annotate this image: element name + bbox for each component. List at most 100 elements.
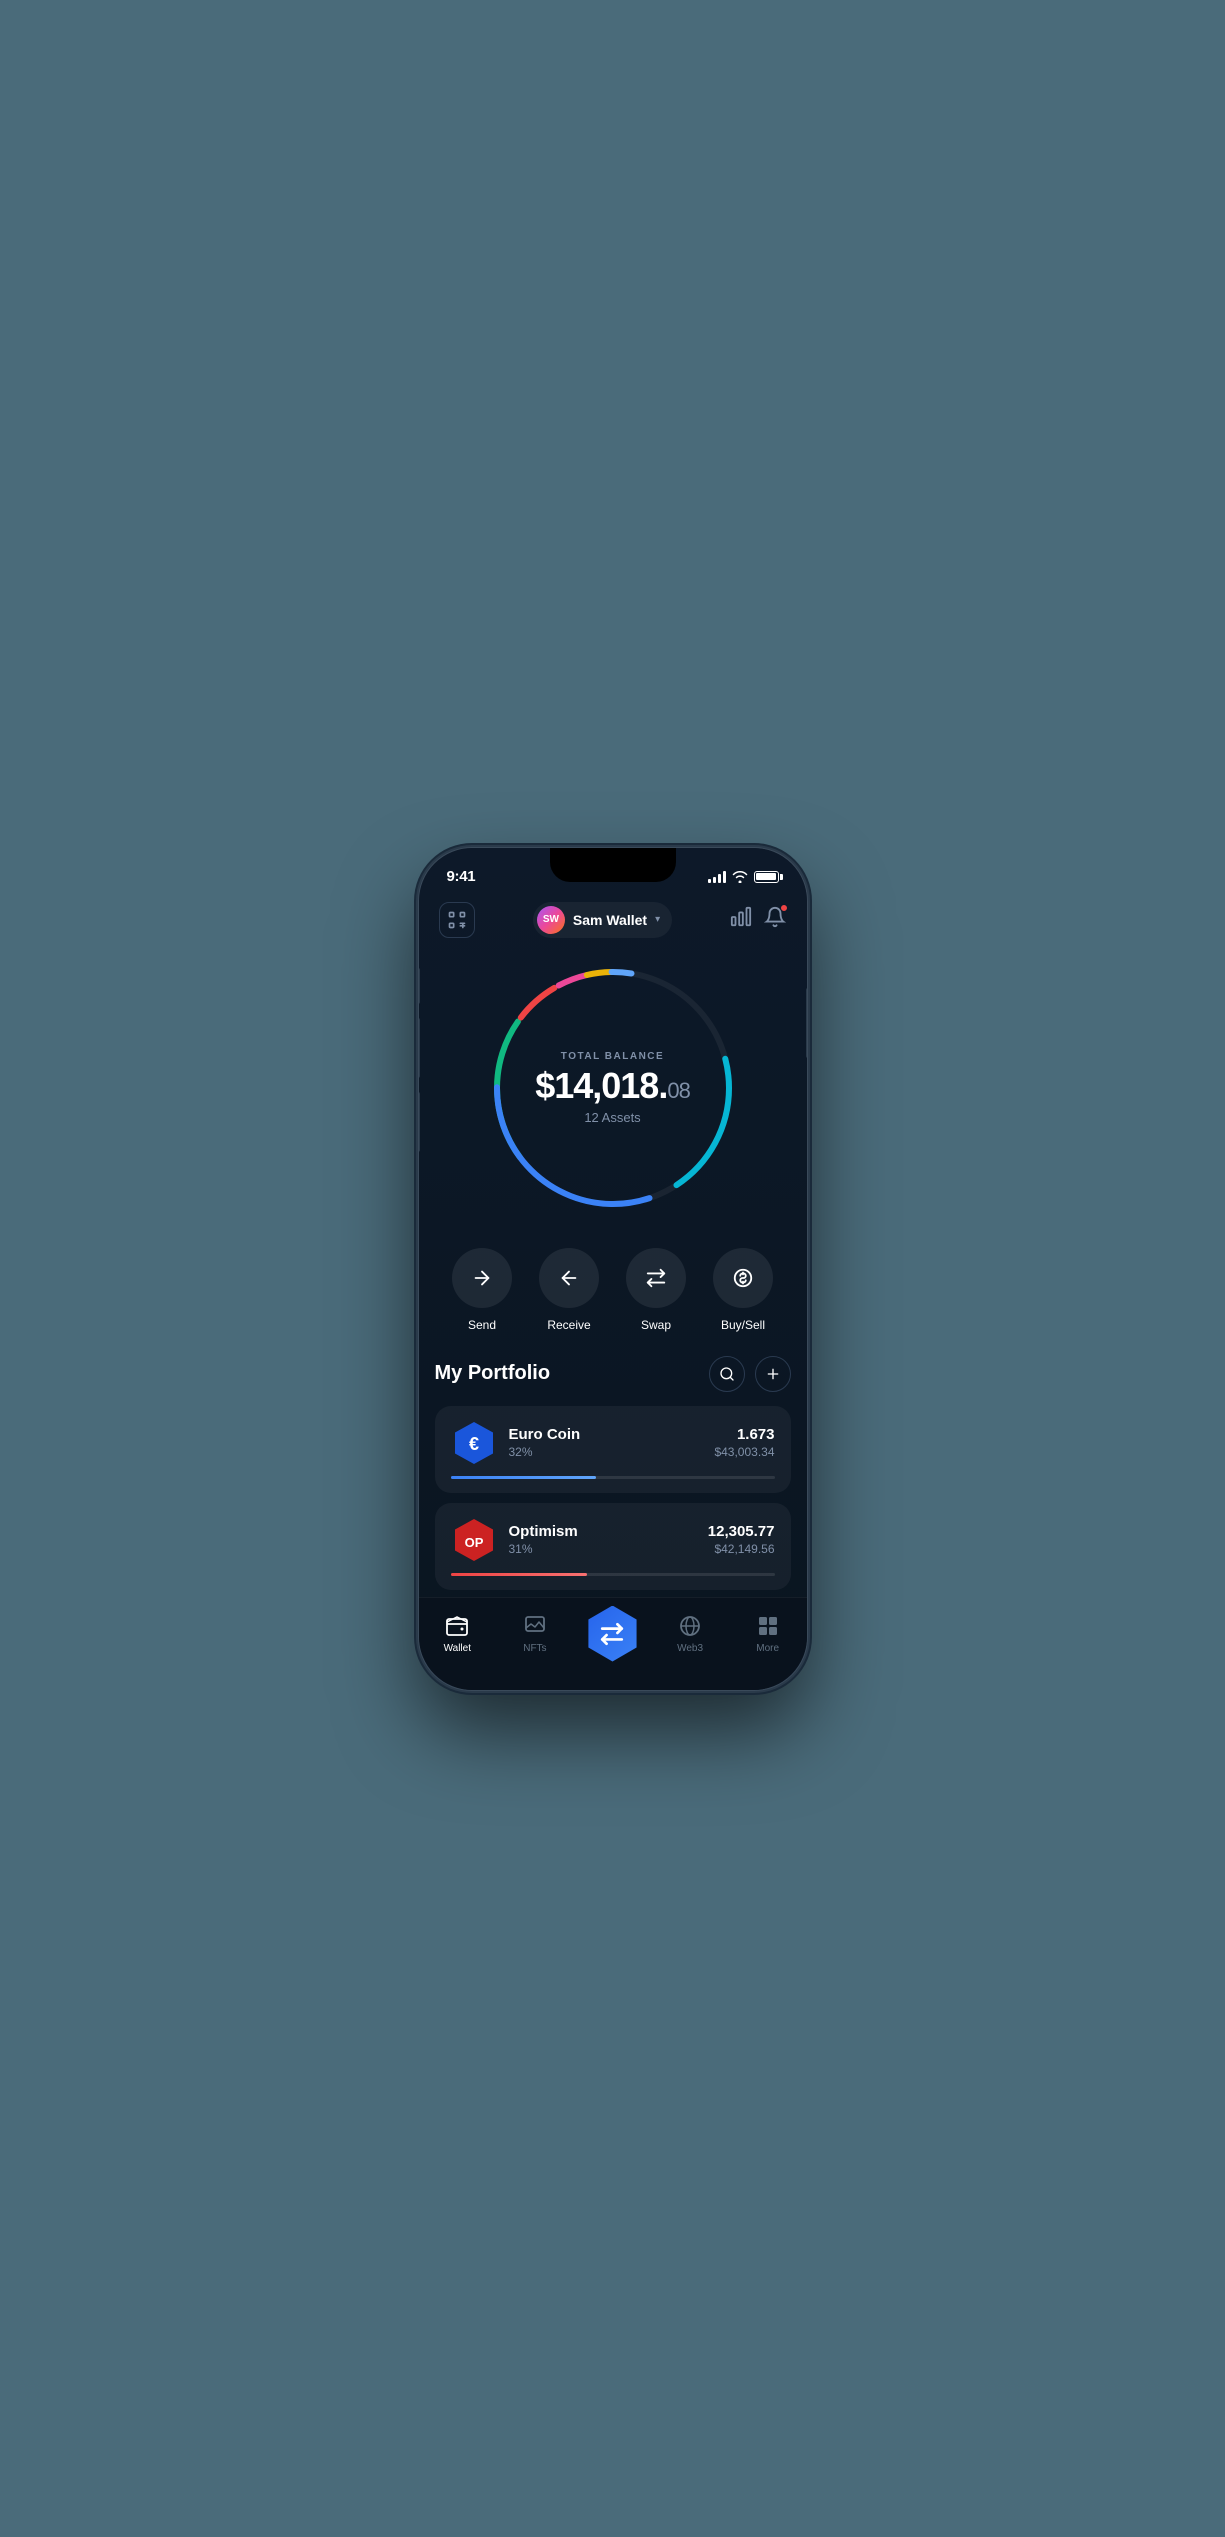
euro-coin-amount: 1.673 <box>714 1426 774 1443</box>
euro-coin-hex: € <box>451 1420 497 1466</box>
chart-button[interactable] <box>730 906 752 933</box>
euro-coin-values: 1.673 $43,003.34 <box>714 1426 774 1459</box>
search-icon <box>719 1366 735 1382</box>
balance-section: TOTAL BALANCE $14,018.08 12 Assets <box>419 948 807 1238</box>
more-nav-icon-wrap <box>755 1613 781 1639</box>
nav-swap-center[interactable] <box>574 1606 652 1662</box>
euro-coin-name: Euro Coin <box>509 1426 581 1443</box>
wallet-selector[interactable]: SW Sam Wallet ▾ <box>533 902 672 938</box>
swap-action: Swap <box>626 1248 686 1332</box>
bottom-nav: Wallet NFTs <box>419 1597 807 1690</box>
nfts-icon <box>523 1614 547 1638</box>
swap-button[interactable] <box>626 1248 686 1308</box>
notch <box>550 848 676 882</box>
asset-row-optimism: OP Optimism 31% 12,305.77 $42,149.56 <box>451 1517 775 1563</box>
avatar: SW <box>537 906 565 934</box>
euro-coin-bar-fill <box>451 1476 597 1479</box>
web3-nav-label: Web3 <box>677 1643 703 1654</box>
optimism-icon: OP <box>451 1517 497 1563</box>
buysell-button[interactable] <box>713 1248 773 1308</box>
euro-coin-value: $43,003.34 <box>714 1445 774 1459</box>
status-icons <box>708 871 779 883</box>
header-right <box>730 906 786 933</box>
receive-label: Receive <box>547 1318 590 1332</box>
balance-ring-container: TOTAL BALANCE $14,018.08 12 Assets <box>483 958 743 1218</box>
actions-section: Send Receive <box>419 1238 807 1356</box>
portfolio-header: My Portfolio <box>435 1356 791 1392</box>
euro-coin-icon: € <box>451 1420 497 1466</box>
optimism-percent: 31% <box>509 1542 578 1556</box>
web3-icon <box>678 1614 702 1638</box>
wallet-nav-label: Wallet <box>444 1643 471 1654</box>
asset-left-euro: € Euro Coin 32% <box>451 1420 581 1466</box>
status-time: 9:41 <box>447 868 476 885</box>
portfolio-actions <box>709 1356 791 1392</box>
chart-icon <box>730 906 752 928</box>
portfolio-search-button[interactable] <box>709 1356 745 1392</box>
asset-left-optimism: OP Optimism 31% <box>451 1517 578 1563</box>
balance-main: $14,018. <box>535 1065 667 1106</box>
swap-icon <box>645 1267 667 1289</box>
optimism-name: Optimism <box>509 1523 578 1540</box>
web3-nav-icon-wrap <box>677 1613 703 1639</box>
balance-amount: $14,018.08 <box>523 1068 703 1104</box>
swap-center-button[interactable] <box>584 1606 640 1662</box>
send-label: Send <box>468 1318 496 1332</box>
optimism-hex: OP <box>451 1517 497 1563</box>
portfolio-section: My Portfolio <box>419 1356 807 1590</box>
swap-label: Swap <box>641 1318 671 1332</box>
nfts-nav-label: NFTs <box>523 1643 546 1654</box>
asset-card-euro-coin[interactable]: € Euro Coin 32% 1.673 $43,003.34 <box>435 1406 791 1493</box>
signal-icon <box>708 871 726 883</box>
wallet-name: Sam Wallet <box>573 912 647 928</box>
euro-coin-bar <box>451 1476 775 1479</box>
svg-text:OP: OP <box>464 1535 483 1550</box>
wallet-nav-icon-wrap <box>444 1613 470 1639</box>
euro-coin-info: Euro Coin 32% <box>509 1426 581 1459</box>
header: SW Sam Wallet ▾ <box>419 892 807 948</box>
balance-assets: 12 Assets <box>523 1110 703 1125</box>
buysell-icon <box>732 1267 754 1289</box>
portfolio-title: My Portfolio <box>435 1362 551 1385</box>
nav-wallet[interactable]: Wallet <box>419 1613 497 1654</box>
balance-decimal: 08 <box>667 1078 689 1103</box>
nfts-nav-icon-wrap <box>522 1613 548 1639</box>
nav-nfts[interactable]: NFTs <box>496 1613 574 1654</box>
euro-coin-percent: 32% <box>509 1445 581 1459</box>
send-action: Send <box>452 1248 512 1332</box>
scan-button[interactable] <box>439 902 475 938</box>
optimism-info: Optimism 31% <box>509 1523 578 1556</box>
wallet-icon <box>445 1614 469 1638</box>
add-icon <box>765 1366 781 1382</box>
chevron-down-icon: ▾ <box>655 914 660 925</box>
optimism-amount: 12,305.77 <box>708 1523 775 1540</box>
optimism-bar <box>451 1573 775 1576</box>
phone-frame: 9:41 <box>418 847 808 1691</box>
battery-icon <box>754 871 779 883</box>
optimism-bar-fill <box>451 1573 587 1576</box>
receive-button[interactable] <box>539 1248 599 1308</box>
more-nav-label: More <box>756 1643 779 1654</box>
balance-label: TOTAL BALANCE <box>523 1051 703 1062</box>
scan-icon <box>447 910 467 930</box>
asset-row-euro: € Euro Coin 32% 1.673 $43,003.34 <box>451 1420 775 1466</box>
send-icon <box>471 1267 493 1289</box>
screen: 9:41 <box>419 848 807 1690</box>
portfolio-add-button[interactable] <box>755 1356 791 1392</box>
svg-text:€: € <box>468 1434 478 1454</box>
balance-info: TOTAL BALANCE $14,018.08 12 Assets <box>523 1051 703 1125</box>
receive-icon <box>558 1267 580 1289</box>
receive-action: Receive <box>539 1248 599 1332</box>
optimism-values: 12,305.77 $42,149.56 <box>708 1523 775 1556</box>
wifi-icon <box>732 871 748 883</box>
nav-more[interactable]: More <box>729 1613 807 1654</box>
notification-badge <box>780 904 788 912</box>
nav-web3[interactable]: Web3 <box>651 1613 729 1654</box>
more-icon <box>756 1614 780 1638</box>
buysell-action: Buy/Sell <box>713 1248 773 1332</box>
swap-center-icon <box>599 1621 625 1647</box>
buysell-label: Buy/Sell <box>721 1318 765 1332</box>
notification-button[interactable] <box>764 906 786 933</box>
send-button[interactable] <box>452 1248 512 1308</box>
asset-card-optimism[interactable]: OP Optimism 31% 12,305.77 $42,149.56 <box>435 1503 791 1590</box>
